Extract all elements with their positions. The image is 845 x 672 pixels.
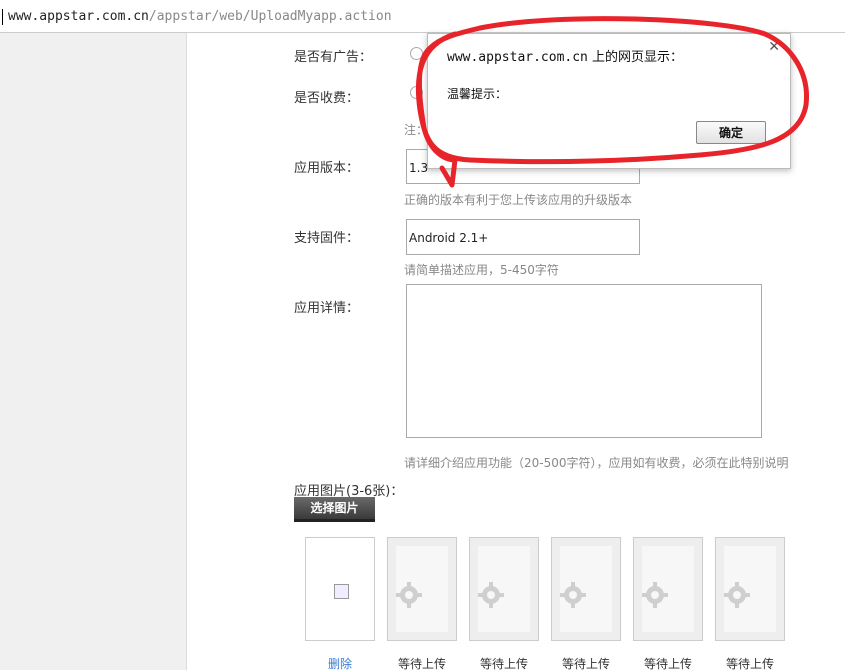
- broken-image-icon: [334, 584, 349, 599]
- left-sidebar: [0, 33, 187, 670]
- close-icon[interactable]: ✕: [768, 39, 780, 55]
- thumbnail-slot: [387, 537, 457, 641]
- thumbnail-slot: [305, 537, 375, 641]
- text-caret: [2, 9, 3, 25]
- fee-label: 是否收费：: [294, 91, 360, 106]
- dialog-title-host: www.appstar.com.cn: [447, 50, 588, 65]
- thumbnail-caption: 等待上传: [479, 657, 528, 671]
- gear-icon: [642, 582, 668, 608]
- detail-hint: 请详细介绍应用功能（20-500字符），应用如有收费，必须在此特别说明: [404, 456, 789, 470]
- ads-label: 是否有广告：: [294, 50, 373, 65]
- ok-button[interactable]: 确定: [696, 121, 766, 144]
- thumbnail-slot: [551, 537, 621, 641]
- firmware-value: Android 2.1+: [409, 231, 489, 245]
- dialog-title: www.appstar.com.cn 上的网页显示：: [447, 46, 683, 65]
- alert-dialog: www.appstar.com.cn 上的网页显示： ✕ 温馨提示： 确定: [427, 33, 791, 169]
- detail-label: 应用详情：: [294, 301, 360, 316]
- gear-icon: [396, 582, 422, 608]
- thumbnail-slot: [715, 537, 785, 641]
- thumbnail-slot: [469, 537, 539, 641]
- version-hint: 正确的版本有利于您上传该应用的升级版本: [404, 193, 633, 207]
- thumbnail-slot: [633, 537, 703, 641]
- fee-radio[interactable]: [410, 86, 423, 99]
- ads-radio[interactable]: [410, 47, 423, 60]
- choose-image-button[interactable]: 选择图片: [294, 497, 375, 522]
- gear-icon: [724, 582, 750, 608]
- firmware-input[interactable]: Android 2.1+: [406, 219, 640, 255]
- dialog-message: 温馨提示：: [447, 87, 508, 101]
- version-value: 1.3: [409, 161, 429, 175]
- thumbnail-caption: 等待上传: [643, 657, 692, 671]
- thumbnail-caption: 等待上传: [561, 657, 610, 671]
- firmware-hint: 请简单描述应用，5-450字符: [404, 263, 559, 277]
- url-path: /appstar/web/UploadMyapp.action: [148, 9, 392, 24]
- url-host: www.appstar.com.cn: [8, 9, 149, 24]
- address-bar[interactable]: www.appstar.com.cn/appstar/web/UploadMya…: [0, 0, 845, 33]
- delete-image-link[interactable]: 删除: [305, 655, 375, 672]
- detail-textarea[interactable]: [406, 284, 762, 438]
- thumbnail-caption: 等待上传: [397, 657, 446, 671]
- address-url[interactable]: www.appstar.com.cn/appstar/web/UploadMya…: [8, 9, 392, 25]
- thumbnail-caption: 等待上传: [725, 657, 774, 671]
- fee-note: 注：: [404, 123, 429, 137]
- gear-icon: [560, 582, 586, 608]
- gear-icon: [478, 582, 504, 608]
- dialog-title-suffix: 上的网页显示：: [587, 50, 684, 65]
- version-label: 应用版本：: [294, 161, 360, 176]
- firmware-label: 支持固件：: [294, 231, 360, 246]
